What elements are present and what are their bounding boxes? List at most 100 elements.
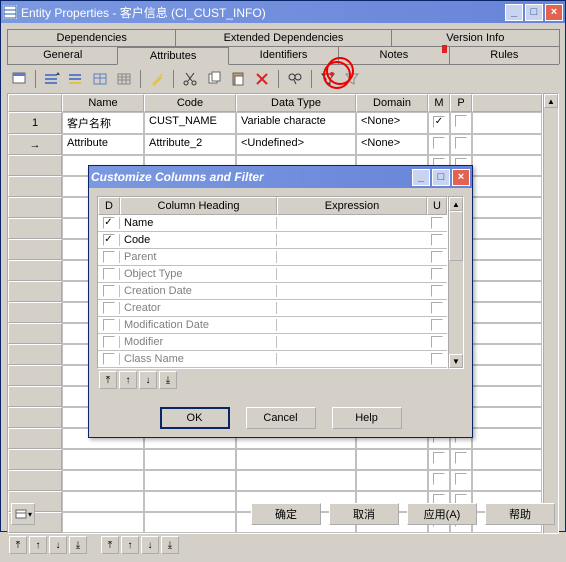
list-item[interactable]: Creation Date bbox=[98, 283, 447, 300]
display-checkbox[interactable] bbox=[103, 302, 115, 314]
u-checkbox[interactable] bbox=[431, 319, 443, 331]
display-checkbox[interactable] bbox=[103, 234, 115, 246]
dialog-scrollbar[interactable]: ▲ ▼ bbox=[448, 196, 464, 369]
row-header-corner[interactable] bbox=[8, 94, 62, 112]
row-index[interactable]: 1 bbox=[8, 112, 62, 134]
dialog-help-button[interactable]: Help bbox=[332, 407, 402, 429]
dlg-nav-first-icon[interactable]: ⤒ bbox=[99, 371, 117, 389]
tab-version-info[interactable]: Version Info bbox=[391, 29, 560, 46]
nav-last2-icon[interactable]: ⤓ bbox=[161, 536, 179, 554]
display-checkbox[interactable] bbox=[103, 251, 115, 263]
list-item[interactable]: Code bbox=[98, 232, 447, 249]
u-checkbox[interactable] bbox=[431, 251, 443, 263]
dialog-close-button[interactable]: × bbox=[452, 169, 470, 186]
table-row[interactable] bbox=[8, 470, 542, 491]
dialog-minimize-button[interactable]: _ bbox=[412, 169, 430, 186]
m-checkbox[interactable] bbox=[433, 116, 445, 128]
tab-general[interactable]: General bbox=[7, 46, 118, 64]
col-p[interactable]: P bbox=[450, 94, 472, 112]
filter-icon[interactable] bbox=[342, 69, 362, 89]
m-checkbox[interactable] bbox=[433, 137, 445, 149]
table-row[interactable]: → Attribute Attribute_2 <Undefined> <Non… bbox=[8, 134, 542, 155]
display-checkbox[interactable] bbox=[103, 319, 115, 331]
display-checkbox[interactable] bbox=[103, 336, 115, 348]
nav-down-icon[interactable]: ↓ bbox=[49, 536, 67, 554]
more-button[interactable]: ▾ bbox=[11, 503, 35, 525]
cut-icon[interactable] bbox=[180, 69, 200, 89]
wizard-icon[interactable] bbox=[147, 69, 167, 89]
table-row[interactable]: 1 客户名称 CUST_NAME Variable characte <None… bbox=[8, 112, 542, 134]
nav-down2-icon[interactable]: ↓ bbox=[141, 536, 159, 554]
copy-icon[interactable] bbox=[204, 69, 224, 89]
customize-filter-icon[interactable] bbox=[318, 69, 338, 89]
dialog-cancel-button[interactable]: Cancel bbox=[246, 407, 316, 429]
ok-button[interactable]: 确定 bbox=[251, 503, 321, 525]
u-checkbox[interactable] bbox=[431, 302, 443, 314]
row-indicator[interactable]: → bbox=[8, 134, 62, 155]
list-item[interactable]: Modifier bbox=[98, 334, 447, 351]
u-checkbox[interactable] bbox=[431, 336, 443, 348]
close-button[interactable]: × bbox=[545, 4, 563, 21]
apply-button[interactable]: 应用(A) bbox=[407, 503, 477, 525]
display-checkbox[interactable] bbox=[103, 353, 115, 365]
display-checkbox[interactable] bbox=[103, 268, 115, 280]
dlg-nav-down-icon[interactable]: ↓ bbox=[139, 371, 157, 389]
dlg-nav-last-icon[interactable]: ⤓ bbox=[159, 371, 177, 389]
scroll-thumb[interactable] bbox=[449, 211, 463, 261]
dialog-maximize-button[interactable]: □ bbox=[432, 169, 450, 186]
u-checkbox[interactable] bbox=[431, 353, 443, 365]
paste-icon[interactable] bbox=[228, 69, 248, 89]
u-checkbox[interactable] bbox=[431, 268, 443, 280]
col-code[interactable]: Code bbox=[144, 94, 236, 112]
tab-dependencies[interactable]: Dependencies bbox=[7, 29, 176, 46]
dlg-col-u[interactable]: U bbox=[427, 197, 447, 215]
nav-up2-icon[interactable]: ↑ bbox=[121, 536, 139, 554]
dlg-col-heading[interactable]: Column Heading bbox=[120, 197, 277, 215]
dlg-col-d[interactable]: D bbox=[98, 197, 120, 215]
dialog-ok-button[interactable]: OK bbox=[160, 407, 230, 429]
list-item[interactable]: Name bbox=[98, 215, 447, 232]
u-checkbox[interactable] bbox=[431, 234, 443, 246]
tab-attributes[interactable]: Attributes bbox=[117, 47, 228, 65]
delete-icon[interactable] bbox=[252, 69, 272, 89]
scroll-up-icon[interactable]: ▲ bbox=[449, 197, 463, 211]
tab-notes[interactable]: Notes bbox=[338, 46, 449, 64]
dlg-nav-up-icon[interactable]: ↑ bbox=[119, 371, 137, 389]
u-checkbox[interactable] bbox=[431, 217, 443, 229]
table-icon[interactable] bbox=[90, 69, 110, 89]
properties-icon[interactable] bbox=[9, 69, 29, 89]
nav-first-icon[interactable]: ⤒ bbox=[9, 536, 27, 554]
nav-last-icon[interactable]: ⤓ bbox=[69, 536, 87, 554]
list-item[interactable]: Modification Date bbox=[98, 317, 447, 334]
cancel-button[interactable]: 取消 bbox=[329, 503, 399, 525]
tab-rules[interactable]: Rules bbox=[449, 46, 560, 64]
find-icon[interactable] bbox=[285, 69, 305, 89]
grid-icon[interactable] bbox=[114, 69, 134, 89]
help-button[interactable]: 帮助 bbox=[485, 503, 555, 525]
scroll-down-icon[interactable]: ▼ bbox=[449, 354, 463, 368]
nav-first2-icon[interactable]: ⤒ bbox=[101, 536, 119, 554]
vertical-scrollbar[interactable]: ▲ bbox=[543, 93, 559, 534]
minimize-button[interactable]: _ bbox=[505, 4, 523, 21]
col-m[interactable]: M bbox=[428, 94, 450, 112]
list-item[interactable]: Parent bbox=[98, 249, 447, 266]
list-item[interactable]: Class Name bbox=[98, 351, 447, 368]
add-row-icon[interactable] bbox=[66, 69, 86, 89]
u-checkbox[interactable] bbox=[431, 285, 443, 297]
p-checkbox[interactable] bbox=[455, 137, 467, 149]
tab-identifiers[interactable]: Identifiers bbox=[228, 46, 339, 64]
p-checkbox[interactable] bbox=[455, 115, 467, 127]
scroll-up-icon[interactable]: ▲ bbox=[544, 94, 558, 108]
list-item[interactable]: Object Type bbox=[98, 266, 447, 283]
col-domain[interactable]: Domain bbox=[356, 94, 428, 112]
col-datatype[interactable]: Data Type bbox=[236, 94, 356, 112]
list-item[interactable]: Creator bbox=[98, 300, 447, 317]
tab-extended-dependencies[interactable]: Extended Dependencies bbox=[175, 29, 391, 46]
nav-up-icon[interactable]: ↑ bbox=[29, 536, 47, 554]
table-row[interactable] bbox=[8, 449, 542, 470]
display-checkbox[interactable] bbox=[103, 217, 115, 229]
display-checkbox[interactable] bbox=[103, 285, 115, 297]
insert-row-icon[interactable] bbox=[42, 69, 62, 89]
dlg-col-expr[interactable]: Expression bbox=[277, 197, 427, 215]
col-name[interactable]: Name bbox=[62, 94, 144, 112]
